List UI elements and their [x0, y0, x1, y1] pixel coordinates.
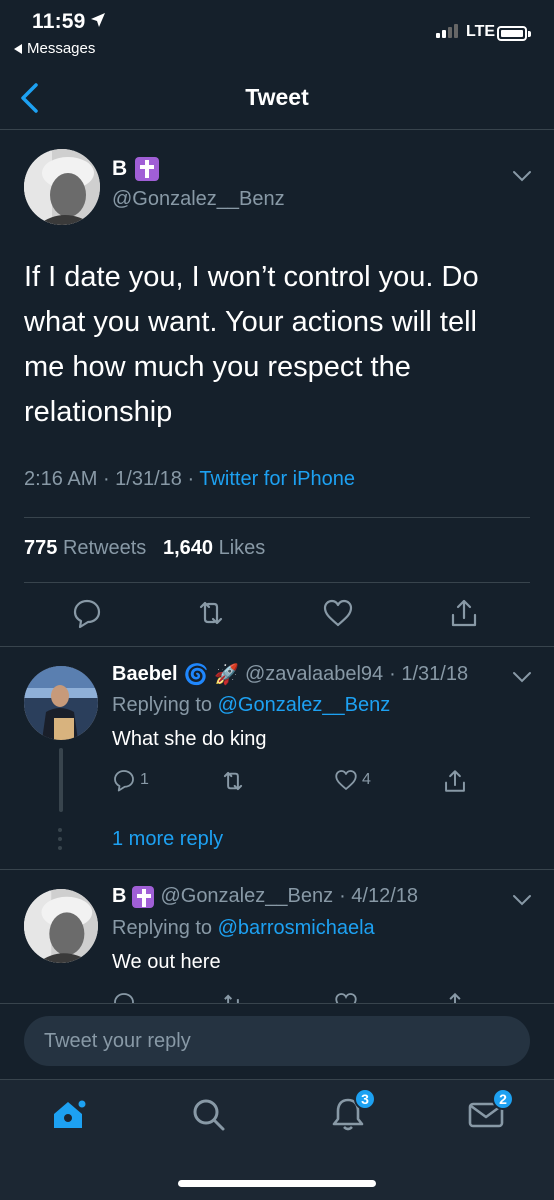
thread-line: [59, 748, 63, 812]
page-title: Tweet: [245, 84, 309, 110]
retweets-stat[interactable]: 775 Retweets: [24, 537, 146, 559]
like-action[interactable]: 4: [334, 768, 371, 792]
profile-photo: [24, 666, 98, 740]
replying-to-label: Replying to: [112, 917, 213, 939]
back-app-label: Messages: [27, 40, 96, 57]
status-bar: 11:59 Messages LTE: [0, 0, 554, 66]
nav-bar: Tweet: [0, 66, 554, 130]
search-icon[interactable]: [188, 1094, 228, 1134]
battery-icon: [497, 26, 531, 41]
avatar[interactable]: [24, 889, 98, 963]
retweets-label: Retweets: [62, 537, 147, 559]
reply-date: · 4/12/18: [339, 885, 419, 907]
location-arrow-icon: [91, 13, 105, 27]
reply-header: B @Gonzalez__Benz · 4/12/18: [112, 885, 418, 908]
home-indicator[interactable]: [178, 1180, 376, 1187]
author-name[interactable]: B: [112, 157, 160, 181]
network-type: LTE: [466, 23, 496, 40]
chevron-down-icon[interactable]: [512, 169, 532, 183]
chevron-down-icon[interactable]: [512, 670, 532, 684]
replying-to-mention[interactable]: @barrosmichaela: [218, 917, 375, 939]
thread-dots: [58, 828, 64, 850]
chevron-down-icon[interactable]: [512, 893, 532, 907]
share-icon[interactable]: [448, 597, 480, 629]
like-heart-icon: [335, 770, 357, 790]
replying-to-mention[interactable]: @Gonzalez__Benz: [218, 694, 391, 716]
reply-actions: [112, 991, 532, 1003]
tweet-meta: 2:16 AM · 1/31/18 · Twitter for iPhone: [24, 468, 355, 490]
reply-header: Baebel 🌀 🚀 @zavalaabel94 · 1/31/18: [112, 662, 468, 687]
notifications-badge: 3: [354, 1088, 376, 1110]
reply-count: 1: [140, 771, 149, 788]
cross-emoji-icon: [132, 885, 155, 908]
reply-icon: [114, 770, 134, 792]
share-icon[interactable]: [442, 991, 468, 1003]
tweet-stats: 775 Retweets 1,640 Likes: [24, 537, 265, 560]
divider: [24, 582, 530, 583]
retweet-icon: [223, 771, 243, 791]
reply-actions: 1 4: [112, 768, 532, 798]
replying-to-label: Replying to: [112, 694, 213, 716]
reply-author-handle[interactable]: @zavalaabel94: [245, 663, 383, 686]
replying-to: Replying to @Gonzalez__Benz: [112, 694, 390, 717]
likes-count: 1,640: [162, 537, 214, 559]
signal-strength-icon: [436, 24, 458, 38]
likes-stat[interactable]: 1,640 Likes: [163, 537, 265, 559]
retweet-action[interactable]: [220, 768, 246, 794]
author-name-text: B: [112, 157, 128, 180]
like-heart-icon[interactable]: [334, 991, 358, 1003]
reply-author-emoji: 🌀 🚀: [183, 664, 239, 686]
avatar[interactable]: [24, 149, 100, 225]
replying-to: Replying to @barrosmichaela: [112, 917, 375, 940]
share-icon: [445, 770, 465, 792]
tweet-text: If I date you, I won’t control you. Do w…: [24, 261, 479, 428]
more-replies-link[interactable]: 1 more reply: [112, 828, 223, 851]
reply-text: What she do king: [112, 728, 267, 750]
like-count: 4: [362, 771, 371, 788]
author-handle[interactable]: @Gonzalez__Benz: [112, 188, 285, 211]
profile-photo: [24, 149, 100, 225]
reply-composer: Tweet your reply: [0, 1003, 554, 1079]
reply-action[interactable]: 1: [112, 768, 149, 792]
reply-tweet[interactable]: B @Gonzalez__Benz · 4/12/18 Replying to …: [0, 871, 554, 1003]
tweet-actions: [0, 597, 554, 637]
like-heart-icon[interactable]: [322, 597, 354, 629]
tweet-date: 1/31/18: [115, 468, 182, 490]
reply-icon[interactable]: [71, 597, 103, 629]
reply-icon[interactable]: [112, 991, 136, 1003]
main-tweet: B @Gonzalez__Benz If I date you, I won’t…: [0, 131, 554, 647]
retweet-icon[interactable]: [220, 991, 246, 1003]
retweets-count: 775: [24, 537, 58, 559]
messages-badge: 2: [492, 1088, 514, 1110]
home-icon[interactable]: [48, 1094, 88, 1134]
likes-label: Likes: [218, 537, 266, 559]
reply-tweet[interactable]: Baebel 🌀 🚀 @zavalaabel94 · 1/31/18 Reply…: [0, 648, 554, 870]
reply-author-name[interactable]: Baebel: [112, 663, 178, 686]
profile-photo: [24, 889, 98, 963]
reply-author-handle[interactable]: @Gonzalez__Benz: [160, 885, 333, 908]
reply-input[interactable]: Tweet your reply: [24, 1016, 530, 1066]
share-action[interactable]: [442, 768, 468, 794]
retweet-icon[interactable]: [195, 597, 227, 629]
status-time: 11:59: [32, 10, 86, 33]
reply-author-name[interactable]: B: [112, 885, 126, 908]
back-triangle-icon: [14, 43, 22, 54]
tweet-client-link[interactable]: Twitter for iPhone: [199, 468, 355, 490]
back-to-messages-link[interactable]: Messages: [14, 40, 95, 57]
cross-emoji-icon: [135, 157, 160, 181]
divider: [24, 517, 530, 518]
tweet-time: 2:16 AM: [24, 468, 98, 490]
reply-date: · 1/31/18: [389, 663, 469, 685]
avatar[interactable]: [24, 666, 98, 740]
reply-text: We out here: [112, 951, 221, 973]
